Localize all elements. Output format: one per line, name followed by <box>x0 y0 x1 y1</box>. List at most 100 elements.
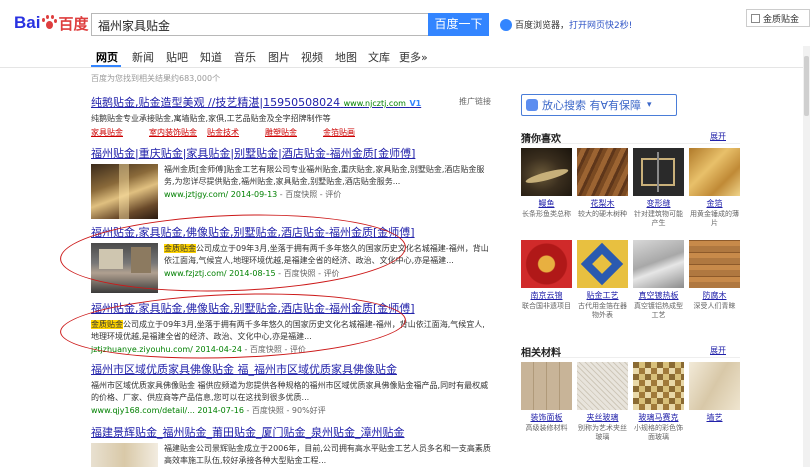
section-divider <box>521 357 740 358</box>
sitelink[interactable]: 金箔贴画 <box>323 127 381 138</box>
promo-link[interactable]: 打开网页快2秒! <box>569 18 632 31</box>
tab-music[interactable]: 音乐 <box>234 49 256 65</box>
tab-more[interactable]: 更多» <box>399 49 428 65</box>
result-item: 福建景辉贴金_福州贴金_莆田贴金_厦门贴金_泉州贴金_漳州贴金 福建贴金公司景辉… <box>91 424 491 467</box>
result-abstract: 纯鹅贴金专业承接贴金,寓墙贴金,家俱,工艺品贴金及全字招牌制作等 <box>91 114 331 123</box>
result-snippet: 福州金质[金师傅]贴金工艺有限公司专业福州贴金,重庆贴金,家具贴金,别墅贴金,酒… <box>164 165 485 186</box>
result-thumbnail[interactable] <box>91 164 158 219</box>
tab-images[interactable]: 图片 <box>268 49 290 65</box>
browser-promo[interactable]: 百度浏览器， 打开网页快2秒! <box>500 18 632 31</box>
v1-badge[interactable]: V1 <box>409 99 421 108</box>
browser-side-search[interactable]: 金质贴金 <box>746 9 810 27</box>
logo-text-right: 百度 <box>58 15 89 33</box>
suggest-card[interactable]: 鳗鱼 长条形鱼类总称 <box>521 148 572 219</box>
card-image[interactable] <box>521 240 572 288</box>
material-card[interactable]: 墙艺 <box>689 362 740 424</box>
sitelink[interactable]: 家具贴金 <box>91 127 149 138</box>
result-title-text[interactable]: 纯鹅贴金,贴金造型美观 //技艺精湛|15950508024 <box>91 96 340 109</box>
result-ad: 纯鹅贴金,贴金造型美观 //技艺精湛|15950508024 www.njczt… <box>91 94 491 138</box>
tab-video[interactable]: 视频 <box>301 49 323 65</box>
card-image[interactable] <box>577 240 628 288</box>
card-image[interactable] <box>521 148 572 196</box>
result-title[interactable]: 福建景辉贴金_福州贴金_莆田贴金_厦门贴金_泉州贴金_漳州贴金 <box>91 424 491 440</box>
material-card[interactable]: 装饰面板 高级装修材料 <box>521 362 572 433</box>
result-title[interactable]: 纯鹅贴金,贴金造型美观 //技艺精湛|15950508024 www.njczt… <box>91 94 491 110</box>
sitelink[interactable]: 室内装饰贴金 <box>149 127 207 138</box>
card-image[interactable] <box>521 362 572 410</box>
snapshot-link[interactable]: 百度快照 <box>285 190 317 199</box>
result-title[interactable]: 福州贴金,家具贴金,佛像贴金,别墅贴金,酒店贴金-福州金质[金师傅] <box>91 224 491 240</box>
suggest-card[interactable]: 变形缝 针对建筑物可能产生 <box>633 148 684 228</box>
scrollbar[interactable] <box>803 46 810 467</box>
result-url[interactable]: jztjzhuanye.ziyouhu.com/ 2014-04-24 <box>91 345 242 354</box>
browser-icon <box>500 18 512 31</box>
result-url[interactable]: www.njcztj.com <box>344 99 406 108</box>
card-image[interactable] <box>689 240 740 288</box>
result-item: 福州贴金|重庆贴金|家具贴金|别墅贴金|酒店贴金-福州金质[金师傅] 福州金质[… <box>91 145 491 219</box>
card-image[interactable] <box>577 362 628 410</box>
ad-label[interactable]: 推广链接 <box>459 96 491 107</box>
result-item: 福州市区域优质家具佛像贴金 福_福州市区域优质家具佛像贴金 福州市区域优质家具佛… <box>91 361 491 416</box>
result-url[interactable]: www.qjy168.com/detail/... 2014-07-16 <box>91 406 244 415</box>
tab-news[interactable]: 新闻 <box>132 49 154 65</box>
result-title[interactable]: 福州市区域优质家具佛像贴金 福_福州市区域优质家具佛像贴金 <box>91 361 491 377</box>
suggest-card[interactable]: 贴金工艺 古代用金箔在器物外表 <box>577 240 628 320</box>
review-link[interactable]: 评价 <box>290 345 306 354</box>
expand-link[interactable]: 展开 <box>710 345 726 356</box>
result-thumbnail[interactable] <box>91 243 158 293</box>
nav-tabs: 网页 新闻 贴吧 知道 音乐 图片 视频 地图 文库 更多» <box>0 46 810 68</box>
snapshot-link[interactable]: 百度快照 <box>250 345 282 354</box>
material-card[interactable]: 玻璃马赛克 小规格的彩色饰面玻璃 <box>633 362 684 442</box>
tab-tieba[interactable]: 贴吧 <box>166 49 188 65</box>
suggest-card[interactable]: 真空镀热板 真空镀铝热成型工艺 <box>633 240 684 320</box>
result-thumbnail[interactable] <box>91 443 158 467</box>
result-url[interactable]: www.fzjztj.com/ 2014-08-15 <box>164 269 276 278</box>
result-item: 福州贴金,家具贴金,佛像贴金,别墅贴金,酒店贴金-福州金质[金师傅] 金质贴金公… <box>91 224 491 293</box>
tab-map[interactable]: 地图 <box>335 49 357 65</box>
baidu-logo[interactable]: Bai 百度 <box>14 10 88 36</box>
result-item: 福州贴金,家具贴金,佛像贴金,别墅贴金,酒店贴金-福州金质[金师傅] 金质贴金公… <box>91 300 491 355</box>
header: Bai 百度 福州家具贴金 百度一下 百度浏览器， 打开网页快2秒! 金质贴金 <box>0 0 810 46</box>
scrollbar-thumb[interactable] <box>804 56 809 116</box>
result-url[interactable]: www.jztjgy.com/ 2014-09-13 <box>164 190 277 199</box>
card-image[interactable] <box>633 240 684 288</box>
review-link[interactable]: 评价 <box>324 269 340 278</box>
card-image[interactable] <box>689 148 740 196</box>
search-button[interactable]: 百度一下 <box>428 13 489 36</box>
checkbox-icon[interactable] <box>751 14 760 23</box>
tab-wenku[interactable]: 文库 <box>368 49 390 65</box>
paw-icon <box>41 15 58 31</box>
result-snippet: 福州市区域优质家具佛像贴金 福供应频道为您提供各种规格的福州市区域优质家具佛像贴… <box>91 381 489 402</box>
sitelink[interactable]: 雕塑贴金 <box>265 127 323 138</box>
rating-text: 90%好评 <box>291 406 326 415</box>
shield-icon <box>526 99 538 111</box>
suggest-card[interactable]: 花梨木 较大的硬木树种 <box>577 148 628 219</box>
result-title[interactable]: 福州贴金|重庆贴金|家具贴金|别墅贴金|酒店贴金-福州金质[金师傅] <box>91 145 491 161</box>
expand-link[interactable]: 展开 <box>710 131 726 142</box>
review-link[interactable]: 评价 <box>325 190 341 199</box>
card-image[interactable] <box>633 362 684 410</box>
keyword-highlight: 金质贴金 <box>164 244 196 253</box>
snapshot-link[interactable]: 百度快照 <box>284 269 316 278</box>
result-snippet: 金质贴金公司成立于09年3月,坐落于拥有两千多年悠久的国家历史文化名城福建-福州… <box>91 320 485 341</box>
page: Bai 百度 福州家具贴金 百度一下 百度浏览器， 打开网页快2秒! 金质贴金 … <box>0 0 810 467</box>
trust-search-button[interactable]: 放心搜索 有∀有保障 ▾ <box>521 94 677 116</box>
search-input[interactable]: 福州家具贴金 <box>91 13 428 36</box>
card-image[interactable] <box>689 362 740 410</box>
suggest-card[interactable]: 防腐木 深受人们青睐 <box>689 240 740 311</box>
tab-web[interactable]: 网页 <box>96 49 118 65</box>
tab-zhidao[interactable]: 知道 <box>200 49 222 65</box>
card-image[interactable] <box>633 148 684 196</box>
side-search-value: 金质贴金 <box>763 15 800 25</box>
snapshot-link[interactable]: 百度快照 <box>252 406 284 415</box>
material-card[interactable]: 夹丝玻璃 别称为艺术夹丝玻璃 <box>577 362 628 442</box>
result-snippet: 福建贴金公司景辉贴金成立于2006年，目前,公司拥有高水平贴金工艺人员多名和一支… <box>164 444 491 465</box>
suggest-card[interactable]: 南京云锦 联合国非遗项目 <box>521 240 572 311</box>
card-image[interactable] <box>577 148 628 196</box>
chevron-down-icon: ▾ <box>647 100 652 110</box>
suggest-card[interactable]: 金箔 用黄金锤成的薄片 <box>689 148 740 228</box>
sitelink[interactable]: 贴金技术 <box>207 127 265 138</box>
result-title[interactable]: 福州贴金,家具贴金,佛像贴金,别墅贴金,酒店贴金-福州金质[金师傅] <box>91 300 491 316</box>
sitelinks: 家具贴金 室内装饰贴金 贴金技术 雕塑贴金 金箔贴画 <box>91 127 491 138</box>
logo-text-left: Bai <box>14 13 41 32</box>
